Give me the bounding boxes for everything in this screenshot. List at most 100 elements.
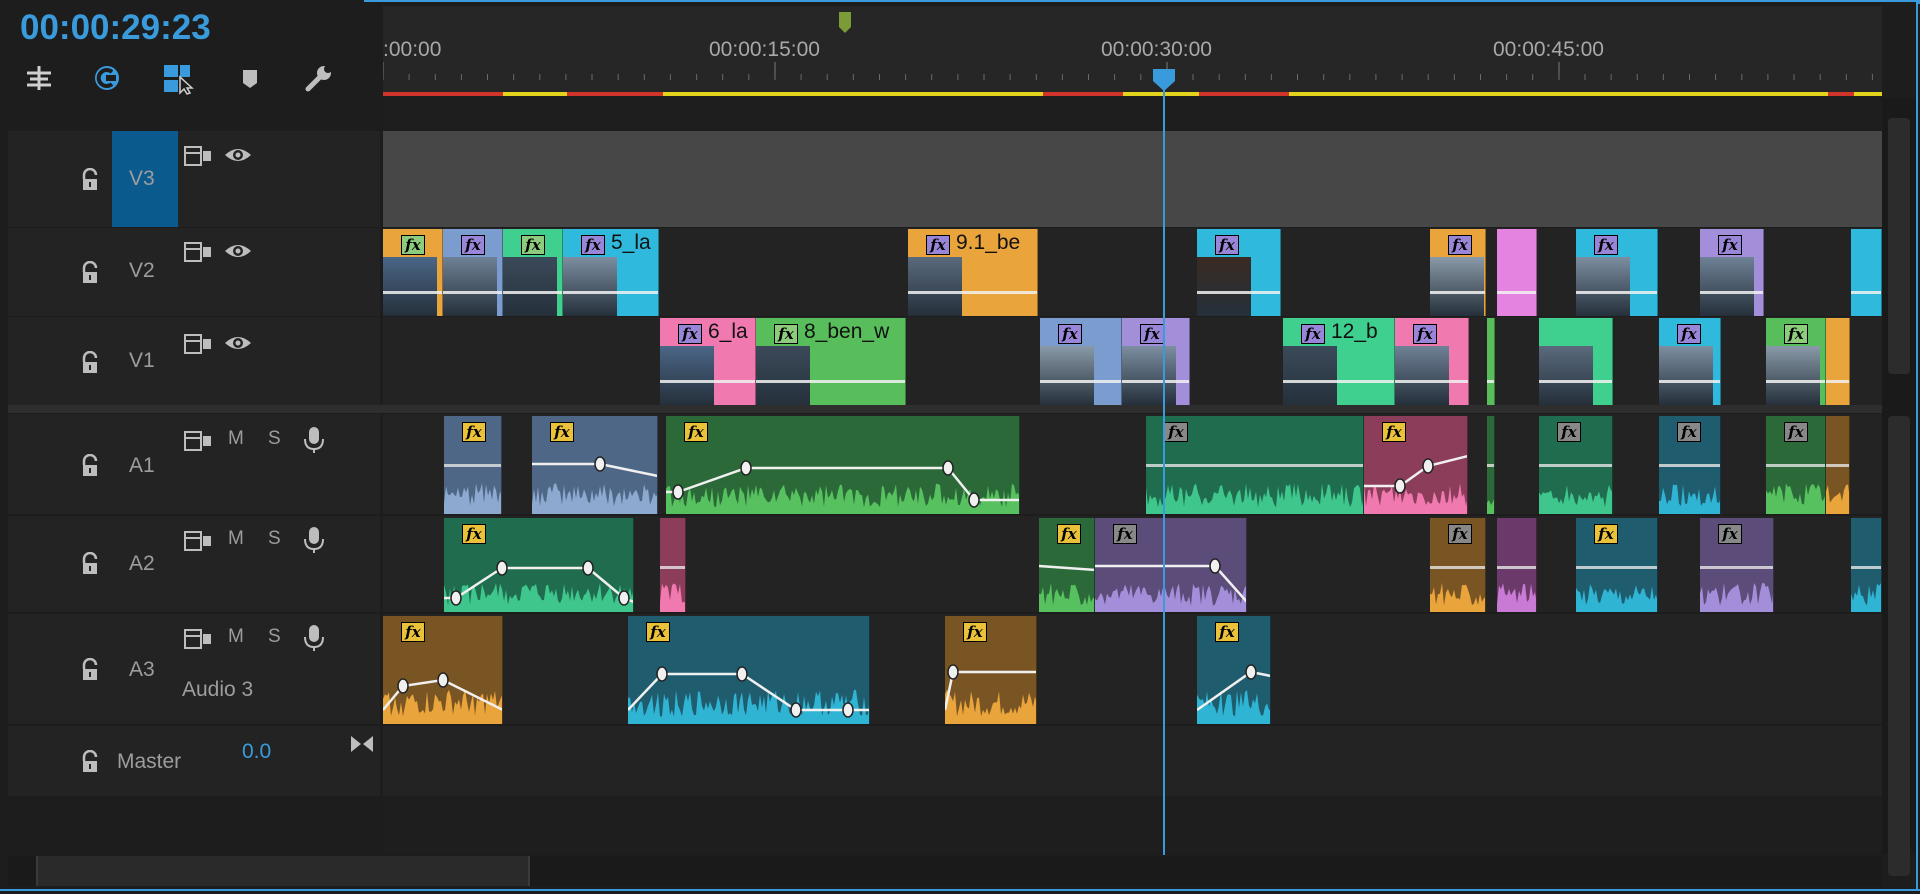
audio-clip[interactable]: fx bbox=[444, 416, 502, 514]
opacity-rubber-band[interactable] bbox=[756, 380, 905, 383]
volume-rubber-band[interactable] bbox=[1487, 464, 1494, 467]
track-lane-a3[interactable] bbox=[383, 614, 1882, 724]
track-name-a3[interactable]: Audio 3 bbox=[182, 678, 253, 702]
volume-rubber-band[interactable] bbox=[1197, 616, 1271, 724]
fx-badge-icon[interactable]: fx bbox=[1557, 422, 1581, 442]
track-label-v1[interactable]: V1 bbox=[129, 349, 155, 373]
audio-clip[interactable]: fx bbox=[1146, 416, 1364, 514]
audio-clip[interactable]: fx bbox=[945, 616, 1037, 724]
mute-button[interactable]: M bbox=[228, 626, 244, 648]
audio-clip[interactable]: fx bbox=[666, 416, 1020, 514]
video-clip[interactable]: fx 6_la bbox=[660, 318, 756, 405]
opacity-rubber-band[interactable] bbox=[1283, 380, 1394, 383]
video-clip[interactable]: fx 8_ben_w bbox=[756, 318, 906, 405]
lock-icon[interactable] bbox=[80, 260, 100, 285]
video-clip[interactable] bbox=[1497, 229, 1537, 316]
audio-clip[interactable]: fx bbox=[1197, 616, 1271, 724]
opacity-rubber-band[interactable] bbox=[503, 291, 562, 294]
fx-badge-icon[interactable]: fx bbox=[926, 235, 950, 255]
volume-rubber-band[interactable] bbox=[1700, 566, 1773, 569]
microphone-icon[interactable] bbox=[302, 426, 326, 454]
opacity-rubber-band[interactable] bbox=[1826, 380, 1849, 383]
volume-rubber-band[interactable] bbox=[1766, 464, 1825, 467]
microphone-icon[interactable] bbox=[302, 526, 326, 554]
time-ruler[interactable]: :00:00 00:00:15:00 00:00:30:00 00:00:45:… bbox=[383, 6, 1882, 96]
audio-clip[interactable] bbox=[1826, 416, 1850, 514]
volume-rubber-band[interactable] bbox=[1364, 416, 1468, 514]
audio-clip[interactable]: fx bbox=[1039, 518, 1095, 612]
lock-icon[interactable] bbox=[80, 350, 100, 375]
opacity-rubber-band[interactable] bbox=[1040, 380, 1121, 383]
selection-tool-icon[interactable] bbox=[162, 63, 196, 95]
video-clip[interactable]: fx bbox=[503, 229, 563, 316]
lock-icon[interactable] bbox=[80, 657, 100, 682]
fx-badge-icon[interactable]: fx bbox=[521, 235, 545, 255]
solo-button[interactable]: S bbox=[268, 428, 281, 450]
volume-rubber-band[interactable] bbox=[1497, 566, 1536, 569]
opacity-rubber-band[interactable] bbox=[1487, 380, 1494, 383]
fx-badge-icon[interactable]: fx bbox=[462, 422, 486, 442]
video-clip[interactable]: fx bbox=[1122, 318, 1190, 405]
fx-badge-icon[interactable]: fx bbox=[1058, 324, 1082, 344]
opacity-rubber-band[interactable] bbox=[1766, 380, 1825, 383]
volume-rubber-band[interactable] bbox=[945, 616, 1037, 724]
track-label-a1[interactable]: A1 bbox=[129, 454, 155, 478]
volume-rubber-band[interactable] bbox=[1095, 518, 1247, 612]
video-clip[interactable] bbox=[1487, 318, 1495, 405]
solo-button[interactable]: S bbox=[268, 626, 281, 648]
opacity-rubber-band[interactable] bbox=[443, 291, 502, 294]
volume-rubber-band[interactable] bbox=[666, 416, 1020, 514]
audio-clip[interactable]: fx bbox=[1659, 416, 1721, 514]
track-label-v3[interactable]: V3 bbox=[129, 167, 155, 191]
fx-badge-icon[interactable]: fx bbox=[1677, 324, 1701, 344]
opacity-rubber-band[interactable] bbox=[1197, 291, 1280, 294]
horizontal-scrollbar[interactable] bbox=[8, 856, 1882, 886]
fx-badge-icon[interactable]: fx bbox=[1718, 524, 1742, 544]
fx-badge-icon[interactable]: fx bbox=[1677, 422, 1701, 442]
fx-badge-icon[interactable]: fx bbox=[1215, 235, 1239, 255]
opacity-rubber-band[interactable] bbox=[1700, 291, 1763, 294]
mute-button[interactable]: M bbox=[228, 428, 244, 450]
opacity-rubber-band[interactable] bbox=[1497, 291, 1536, 294]
audio-clip[interactable]: fx bbox=[444, 518, 634, 612]
opacity-rubber-band[interactable] bbox=[1659, 380, 1720, 383]
opacity-rubber-band[interactable] bbox=[1430, 291, 1485, 294]
toggle-sync-lock-icon[interactable] bbox=[184, 333, 212, 355]
lock-icon[interactable] bbox=[80, 551, 100, 576]
volume-rubber-band[interactable] bbox=[1430, 566, 1485, 569]
volume-rubber-band[interactable] bbox=[628, 616, 870, 724]
audio-clip[interactable]: fx bbox=[1700, 518, 1774, 612]
opacity-rubber-band[interactable] bbox=[563, 291, 658, 294]
fx-badge-icon[interactable]: fx bbox=[1140, 324, 1164, 344]
fx-badge-icon[interactable]: fx bbox=[1301, 324, 1325, 344]
playhead-timecode[interactable]: 00:00:29:23 bbox=[20, 8, 211, 48]
audio-clip[interactable] bbox=[1497, 518, 1537, 612]
lock-icon[interactable] bbox=[80, 167, 100, 192]
marker-icon[interactable] bbox=[240, 68, 260, 90]
audio-clip[interactable]: fx bbox=[383, 616, 503, 724]
toggle-sync-lock-icon[interactable] bbox=[184, 430, 212, 452]
fx-badge-icon[interactable]: fx bbox=[1594, 524, 1618, 544]
lock-icon[interactable] bbox=[80, 749, 100, 774]
video-clip[interactable]: fx bbox=[1040, 318, 1122, 405]
fx-badge-icon[interactable]: fx bbox=[1718, 235, 1742, 255]
eye-icon[interactable] bbox=[224, 145, 252, 165]
microphone-icon[interactable] bbox=[302, 624, 326, 652]
video-clip[interactable]: fx bbox=[1430, 229, 1486, 316]
fx-badge-icon[interactable]: fx bbox=[1448, 524, 1472, 544]
volume-rubber-band[interactable] bbox=[1039, 518, 1095, 612]
audio-clip[interactable]: fx bbox=[1539, 416, 1613, 514]
video-clip[interactable] bbox=[1851, 229, 1882, 316]
opacity-rubber-band[interactable] bbox=[908, 291, 1037, 294]
video-clip[interactable]: fx bbox=[1766, 318, 1826, 405]
eye-icon[interactable] bbox=[224, 333, 252, 353]
playhead-handle-icon[interactable] bbox=[1152, 68, 1176, 92]
horizontal-scrollbar-thumb[interactable] bbox=[36, 856, 530, 886]
opacity-rubber-band[interactable] bbox=[1395, 380, 1468, 383]
audio-clip[interactable]: fx bbox=[1576, 518, 1658, 612]
video-clip[interactable]: fx 5_la bbox=[563, 229, 659, 316]
eye-icon[interactable] bbox=[224, 241, 252, 261]
volume-rubber-band[interactable] bbox=[1851, 566, 1881, 569]
volume-rubber-band[interactable] bbox=[383, 616, 503, 724]
video-clip[interactable]: fx bbox=[1700, 229, 1764, 316]
